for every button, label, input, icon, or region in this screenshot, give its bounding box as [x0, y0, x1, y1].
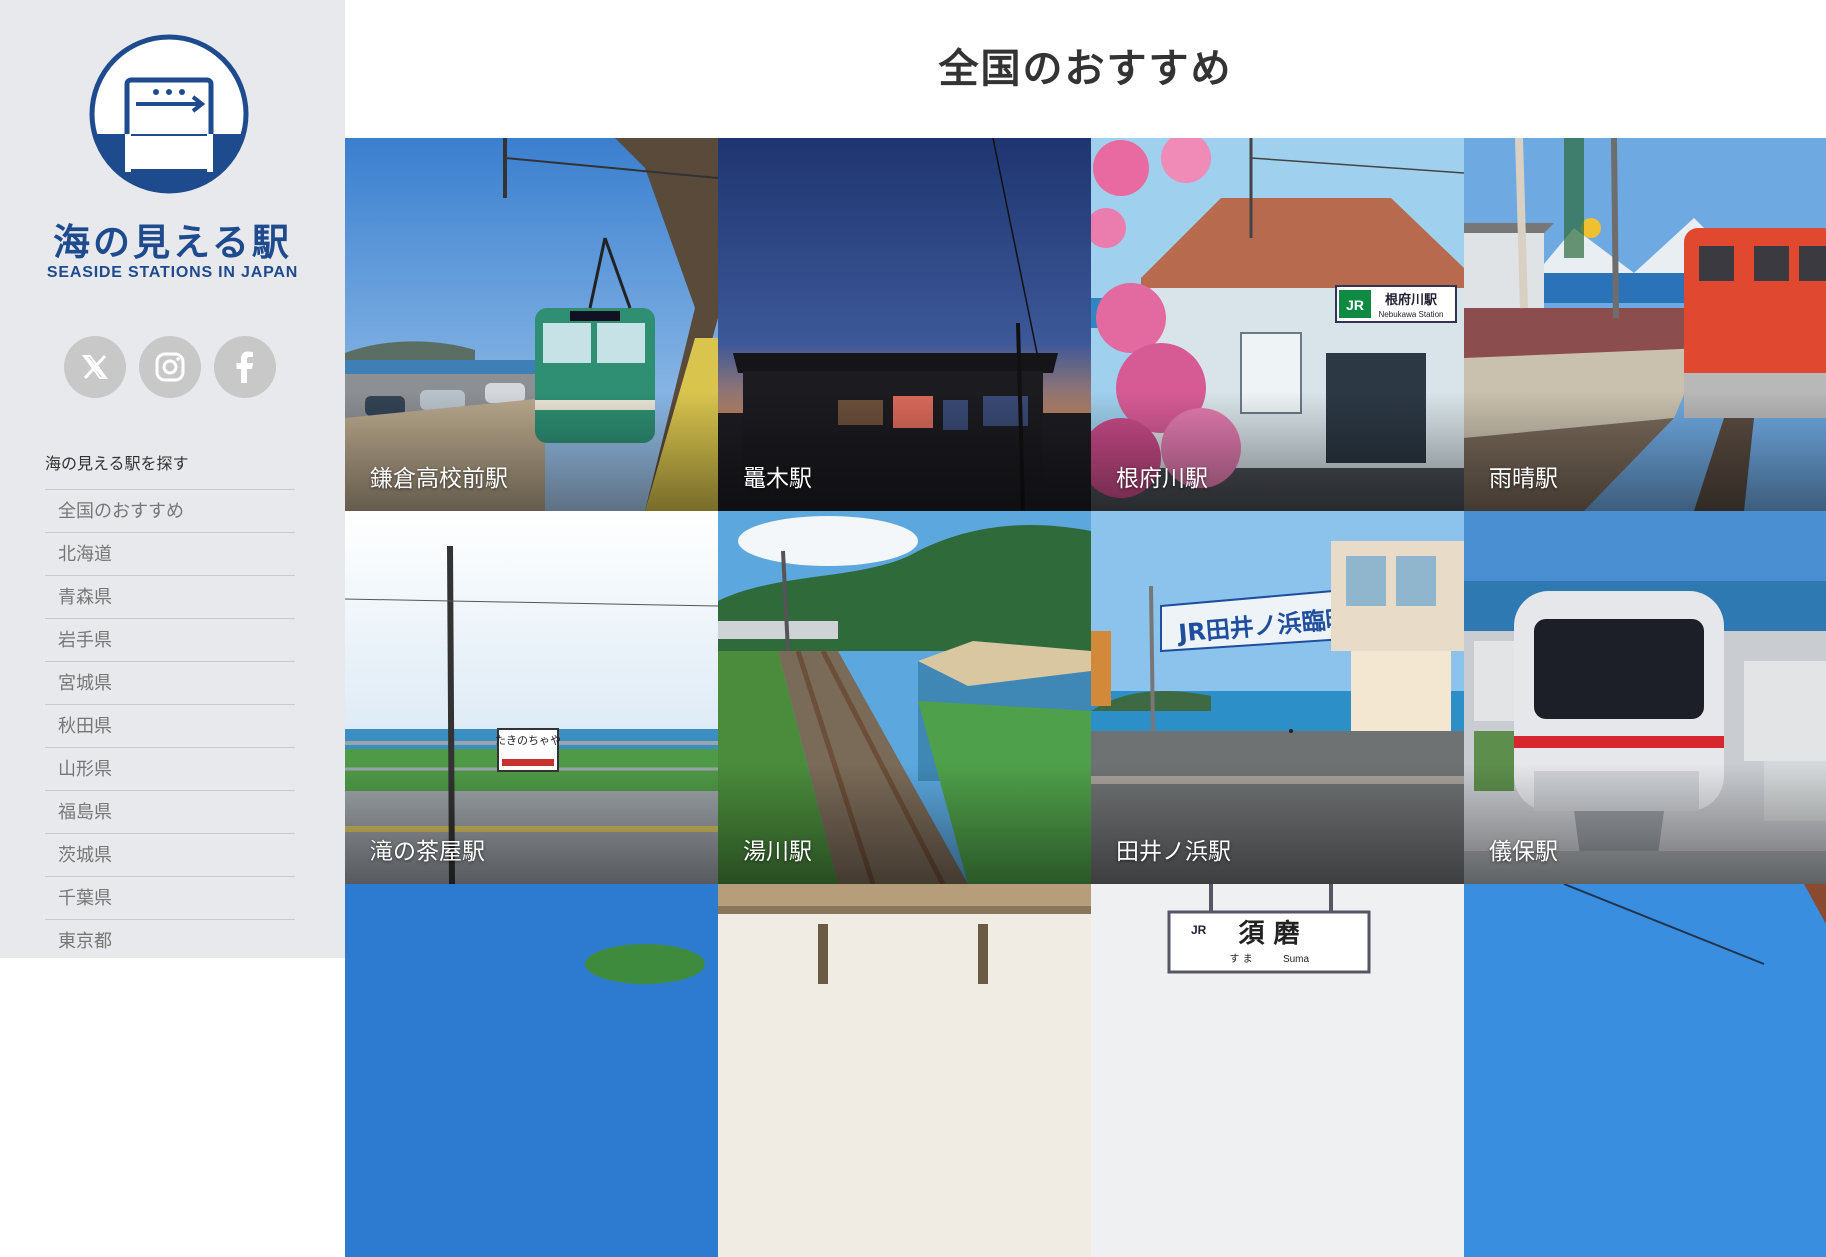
- station-card[interactable]: 雨晴駅: [1464, 138, 1826, 511]
- label-shade: [718, 391, 1091, 511]
- site-subtitle: SEASIDE STATIONS IN JAPAN: [46, 264, 299, 281]
- station-search-label: 海の見える駅を探す: [45, 454, 189, 473]
- page-title: 全国のおすすめ: [938, 46, 1233, 92]
- suma-sign-roman: Suma: [1283, 954, 1310, 965]
- instagram-link[interactable]: [139, 336, 201, 398]
- station-name[interactable]: 雨晴駅: [1489, 459, 1558, 493]
- station-card[interactable]: [1464, 884, 1826, 1257]
- nav-item-akita[interactable]: 秋田県: [45, 704, 295, 747]
- station-name[interactable]: 滝の茶屋駅: [370, 832, 485, 866]
- x-link[interactable]: [64, 336, 126, 398]
- station-name[interactable]: 湯川駅: [743, 832, 812, 866]
- station-name[interactable]: 田井ノ浜駅: [1116, 832, 1231, 866]
- jr-sign-mark: JR: [1346, 297, 1364, 313]
- x-icon: [82, 354, 108, 380]
- station-name[interactable]: 儀保駅: [1489, 832, 1558, 866]
- station-grid: 鎌倉高校前駅 鼉木駅 JR 根府川駅 Nebukawa Station 根府川駅…: [345, 138, 1826, 1257]
- station-name[interactable]: 鎌倉高校前駅: [370, 459, 508, 493]
- nav-item-tokyo[interactable]: 東京都: [45, 919, 295, 958]
- facebook-link[interactable]: [214, 336, 276, 398]
- station-card[interactable]: JR 根府川駅 Nebukawa Station 根府川駅: [1091, 138, 1464, 511]
- suma-sign-jr: JR: [1191, 923, 1207, 937]
- station-photo: [718, 884, 1091, 1257]
- sidebar: 海の見える駅 SEASIDE STATIONS IN JAPAN 海の見える駅を…: [0, 0, 345, 958]
- nav-item-iwate[interactable]: 岩手県: [45, 618, 295, 661]
- nav-item-miyagi[interactable]: 宮城県: [45, 661, 295, 704]
- nav-item-hokkaido[interactable]: 北海道: [45, 532, 295, 575]
- suma-sign-kanji: 須 磨: [1238, 919, 1299, 949]
- nav-item-yamagata[interactable]: 山形県: [45, 747, 295, 790]
- label-shade: [718, 764, 1091, 884]
- station-card[interactable]: [718, 884, 1091, 1257]
- label-shade: [1464, 391, 1826, 511]
- station-card[interactable]: 鼉木駅: [718, 138, 1091, 511]
- station-logo-icon[interactable]: [89, 34, 249, 194]
- site-title[interactable]: 海の見える駅: [0, 212, 345, 266]
- facebook-icon: [236, 351, 253, 383]
- station-name[interactable]: 根府川駅: [1116, 459, 1208, 493]
- station-card[interactable]: たきのちゃや 滝の茶屋駅: [345, 511, 718, 884]
- nav-item-aomori[interactable]: 青森県: [45, 575, 295, 618]
- nav-item-recommended[interactable]: 全国のおすすめ: [45, 489, 295, 532]
- label-shade: [345, 391, 718, 511]
- label-shade: [345, 764, 718, 884]
- station-card[interactable]: JR 須 磨 す ま Suma: [1091, 884, 1464, 1257]
- label-shade: [1464, 764, 1826, 884]
- station-card[interactable]: JR田井ノ浜臨時駅 田井ノ浜駅: [1091, 511, 1464, 884]
- station-card[interactable]: 湯川駅: [718, 511, 1091, 884]
- station-name[interactable]: 鼉木駅: [743, 459, 812, 493]
- takinochaya-sign: たきのちゃや: [495, 734, 561, 747]
- station-photo: [1464, 884, 1826, 1257]
- nav-item-fukushima[interactable]: 福島県: [45, 790, 295, 833]
- instagram-icon: [155, 352, 185, 382]
- suma-sign-reading: す ま: [1229, 953, 1252, 965]
- station-card[interactable]: 鎌倉高校前駅: [345, 138, 718, 511]
- prefecture-nav: 全国のおすすめ 北海道 青森県 岩手県 宮城県 秋田県 山形県 福島県 茨城県 …: [45, 489, 295, 958]
- station-card[interactable]: [345, 884, 718, 1257]
- station-card[interactable]: 儀保駅: [1464, 511, 1826, 884]
- label-shade: [1091, 764, 1464, 884]
- nav-item-chiba[interactable]: 千葉県: [45, 876, 295, 919]
- station-photo: [345, 884, 718, 1257]
- station-photo: JR 須 磨 す ま Suma: [1091, 884, 1464, 1257]
- nebukawa-sign-en: Nebukawa Station: [1379, 310, 1444, 319]
- nav-item-ibaraki[interactable]: 茨城県: [45, 833, 295, 876]
- nebukawa-sign-jp: 根府川駅: [1385, 292, 1438, 308]
- label-shade: [1091, 391, 1464, 511]
